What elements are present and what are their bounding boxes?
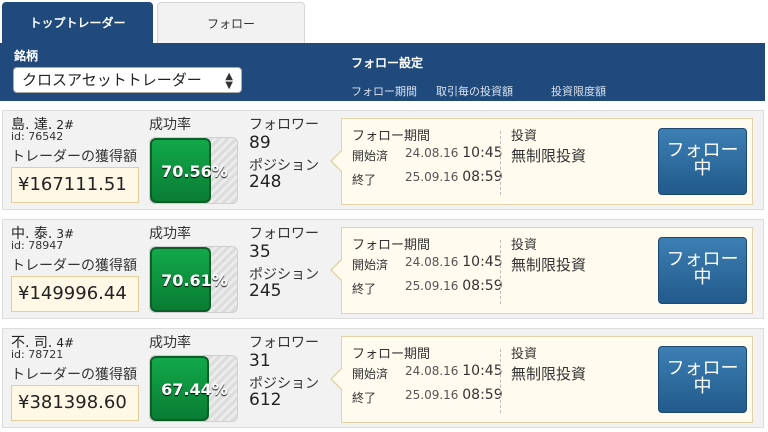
gain-value: ¥149996.44 (11, 276, 139, 312)
filter-bar: 銘柄 クロスアセットトレーダー ▲ ▼ フォロー設定 フォロー期間 取引毎の投資額… (0, 43, 765, 101)
follow-info-panel: フォロー期間 開始済 24.08.16 10:45 終了 25.09.16 08… (330, 227, 753, 314)
start-label: 開始済 (352, 258, 389, 272)
follow-period-column: フォロー期間 (351, 85, 417, 98)
gain-value: ¥381398.60 (11, 385, 139, 421)
investment-limit-column: 投資限度額 (551, 85, 606, 98)
start-datetime: 24.08.16 10:45 (405, 254, 503, 270)
success-rate-value: 70.61% (161, 271, 228, 290)
success-rate-bar: 70.61% (149, 246, 238, 313)
investment-value: 無制限投資 (511, 256, 587, 274)
followers-label: フォロワー (249, 335, 319, 351)
tab-bar: トップトレーダー フォロー (0, 0, 768, 44)
positions-value: 248 (249, 172, 282, 192)
following-button[interactable]: フォロー中 (658, 346, 747, 413)
success-rate-bar: 70.56% (149, 137, 238, 204)
investment-label: 投資 (511, 347, 538, 362)
start-label: 開始済 (352, 367, 389, 381)
positions-value: 245 (249, 281, 282, 301)
success-rate-bar: 67.44% (149, 355, 238, 422)
gain-label: トレーダーの獲得額 (11, 367, 137, 383)
divider (500, 240, 501, 304)
tab-top-traders[interactable]: トップトレーダー (2, 2, 153, 43)
tab-follow[interactable]: フォロー (157, 2, 305, 43)
success-rate-label: 成功率 (149, 226, 191, 242)
end-datetime: 25.09.16 08:59 (405, 278, 503, 294)
symbol-label: 銘柄 (14, 49, 39, 63)
divider (500, 349, 501, 413)
symbol-select-value: クロスアセットトレーダー (22, 71, 202, 89)
select-arrows-icon: ▲ ▼ (225, 71, 233, 91)
gain-value: ¥167111.51 (11, 167, 139, 203)
followers-label: フォロワー (249, 117, 319, 133)
trader-id: id: 78947 (11, 239, 64, 252)
start-datetime: 24.08.16 10:45 (405, 145, 503, 161)
gain-label: トレーダーの獲得額 (11, 258, 137, 274)
end-datetime: 25.09.16 08:59 (405, 169, 503, 185)
trader-id: id: 78721 (11, 348, 64, 361)
followers-value: 31 (249, 351, 271, 371)
start-datetime: 24.08.16 10:45 (405, 363, 503, 379)
investment-label: 投資 (511, 238, 538, 253)
symbol-select[interactable]: クロスアセットトレーダー ▲ ▼ (13, 67, 242, 93)
end-label: 終了 (352, 282, 377, 296)
positions-value: 612 (249, 390, 282, 410)
investment-value: 無制限投資 (511, 147, 587, 165)
success-rate-value: 67.44% (161, 380, 228, 399)
followers-label: フォロワー (249, 226, 319, 242)
success-rate-value: 70.56% (161, 162, 228, 181)
follow-period-label: フォロー期間 (352, 238, 431, 253)
divider (500, 131, 501, 195)
followers-value: 89 (249, 133, 271, 153)
end-label: 終了 (352, 391, 377, 405)
investment-value: 無制限投資 (511, 365, 587, 383)
investment-label: 投資 (511, 129, 538, 144)
trader-card: 島. 達. 2# id: 76542 トレーダーの獲得額 ¥167111.51 成… (2, 110, 764, 210)
success-rate-label: 成功率 (149, 117, 191, 133)
end-datetime: 25.09.16 08:59 (405, 387, 503, 403)
follow-period-label: フォロー期間 (352, 129, 431, 144)
start-label: 開始済 (352, 149, 389, 163)
trader-card: 不. 司. 4# id: 78721 トレーダーの獲得額 ¥381398.60 成… (2, 328, 764, 428)
following-button[interactable]: フォロー中 (658, 237, 747, 304)
end-label: 終了 (352, 173, 377, 187)
trader-card: 中. 泰. 3# id: 78947 トレーダーの獲得額 ¥149996.44 成… (2, 219, 764, 319)
per-trade-investment-column: 取引毎の投資額 (436, 85, 513, 98)
following-button[interactable]: フォロー中 (658, 128, 747, 195)
followers-value: 35 (249, 242, 271, 262)
gain-label: トレーダーの獲得額 (11, 149, 137, 165)
follow-settings-label: フォロー設定 (351, 56, 424, 70)
follow-info-panel: フォロー期間 開始済 24.08.16 10:45 終了 25.09.16 08… (330, 336, 753, 423)
follow-info-panel: フォロー期間 開始済 24.08.16 10:45 終了 25.09.16 08… (330, 118, 753, 205)
follow-period-label: フォロー期間 (352, 347, 431, 362)
success-rate-label: 成功率 (149, 335, 191, 351)
trader-id: id: 76542 (11, 130, 64, 143)
